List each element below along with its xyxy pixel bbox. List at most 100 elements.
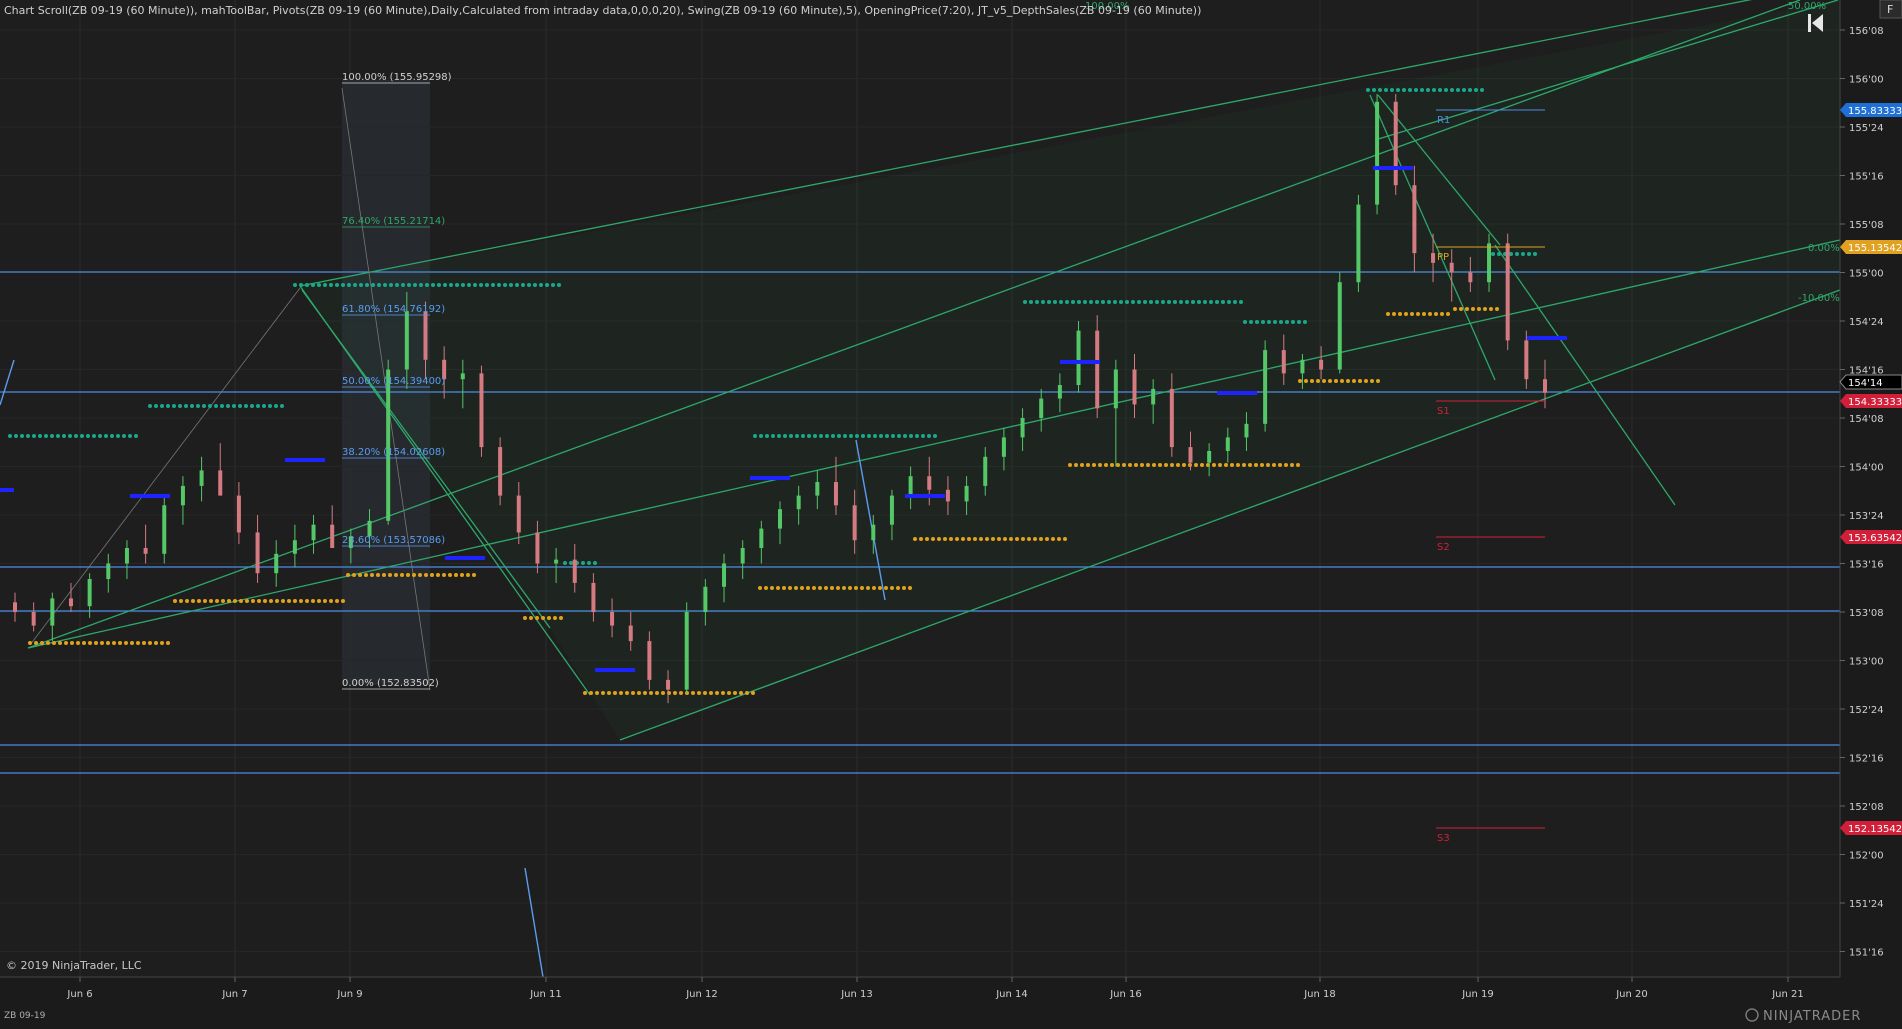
swing-dot [40, 641, 44, 645]
opening-price-marker [750, 476, 790, 480]
swing-dot [191, 599, 195, 603]
swing-dot [418, 573, 422, 577]
fib-level-label: 0.00% (152.83502) [342, 678, 439, 689]
price-axis[interactable]: 156'08 156'00 155'24 155'16 155'08 155'00 154'… [1839, 0, 1902, 977]
swing-dot [1438, 88, 1442, 92]
swing-dot [913, 537, 917, 541]
swing-dot [1408, 88, 1412, 92]
candle-body [68, 598, 73, 607]
swing-dot [1398, 312, 1402, 316]
swing-dot [1426, 88, 1430, 92]
indicator-title: Chart Scroll(ZB 09-19 (60 Minute)), mahT… [4, 4, 1201, 17]
swing-dot [937, 537, 941, 541]
swing-dot [233, 599, 237, 603]
swing-dot [287, 599, 291, 603]
y-tick-label: 153'24 [1849, 511, 1884, 522]
swing-dot [172, 404, 176, 408]
swing-dot [777, 434, 781, 438]
candle-body [1244, 423, 1249, 438]
candle-body [1300, 359, 1305, 374]
swing-dot [991, 537, 995, 541]
candle-body [479, 373, 484, 448]
swing-dot [335, 599, 339, 603]
swing-dot [82, 641, 86, 645]
swing-dot [897, 434, 901, 438]
collapse-bar [1808, 14, 1811, 32]
fib-level-label: 23.60% (153.57086) [342, 535, 445, 546]
swing-dot [34, 641, 38, 645]
swing-dot [1434, 312, 1438, 316]
swing-dot [533, 283, 537, 287]
y-tick-label: 152'16 [1849, 754, 1884, 765]
swing-dot [884, 586, 888, 590]
swing-dot [437, 283, 441, 287]
swing-dot [967, 537, 971, 541]
swing-dot [613, 691, 617, 695]
swing-dot [88, 641, 92, 645]
swing-dot [872, 586, 876, 590]
candle-body [1263, 350, 1268, 424]
fib-level-label: 61.80% (154.76192) [342, 304, 445, 315]
swing-dot [1039, 537, 1043, 541]
swing-dot [879, 434, 883, 438]
swing-dot [185, 599, 189, 603]
candle-body [1468, 272, 1473, 283]
f-button-label: F [1887, 3, 1893, 16]
swing-dot [1414, 88, 1418, 92]
swing-dot [1358, 379, 1362, 383]
swing-dot [721, 691, 725, 695]
candle-body [1449, 262, 1454, 273]
x-tick-label: Jun 13 [840, 989, 873, 1000]
swing-dot [1242, 463, 1246, 467]
swing-dot [226, 404, 230, 408]
swing-dot [64, 641, 68, 645]
swing-dot [541, 616, 545, 620]
swing-dot [758, 586, 762, 590]
swing-dot [745, 691, 749, 695]
swing-dot [955, 537, 959, 541]
swing-dot [1086, 463, 1090, 467]
swing-dot [551, 283, 555, 287]
swing-dot [1125, 300, 1129, 304]
candle-body [1393, 101, 1398, 186]
swing-dot [122, 434, 126, 438]
swing-dot [1440, 312, 1444, 316]
swing-dot [973, 537, 977, 541]
swing-dot [1296, 463, 1300, 467]
swing-dot [1182, 463, 1186, 467]
y-tick-label: 153'16 [1849, 560, 1884, 571]
swing-dot [1015, 537, 1019, 541]
f-button[interactable]: F [1879, 0, 1902, 19]
swing-dot [335, 283, 339, 287]
opening-price-marker [1217, 391, 1257, 395]
fib-level-label: 100.00% (155.95298) [342, 72, 452, 83]
swing-dot [100, 641, 104, 645]
swing-dot [371, 283, 375, 287]
y-tick-label: 152'24 [1849, 705, 1884, 716]
swing-dot [257, 599, 261, 603]
swing-dot [412, 573, 416, 577]
swing-dot [179, 599, 183, 603]
swing-dot [1428, 312, 1432, 316]
swing-dot [789, 434, 793, 438]
price-flag-label: 155.83333 [1848, 106, 1902, 117]
price-chart[interactable]: 100.00% 50.00%0.00%-10.00% 100.00% (155.9… [0, 0, 1902, 1025]
swing-dot [1453, 307, 1457, 311]
swing-dot [1378, 88, 1382, 92]
swing-dot [848, 586, 852, 590]
swing-dot [1161, 300, 1165, 304]
swing-dot [759, 434, 763, 438]
swing-dot [1328, 379, 1332, 383]
swing-dot [806, 586, 810, 590]
swing-dot [1364, 379, 1368, 383]
swing-dot [197, 599, 201, 603]
swing-dot [691, 691, 695, 695]
swing-dot [190, 404, 194, 408]
swing-dot [311, 599, 315, 603]
swing-dot [92, 434, 96, 438]
swing-dot [359, 283, 363, 287]
swing-dot [919, 537, 923, 541]
candle-body [180, 485, 185, 506]
swing-dot [311, 283, 315, 287]
swing-dot [178, 404, 182, 408]
